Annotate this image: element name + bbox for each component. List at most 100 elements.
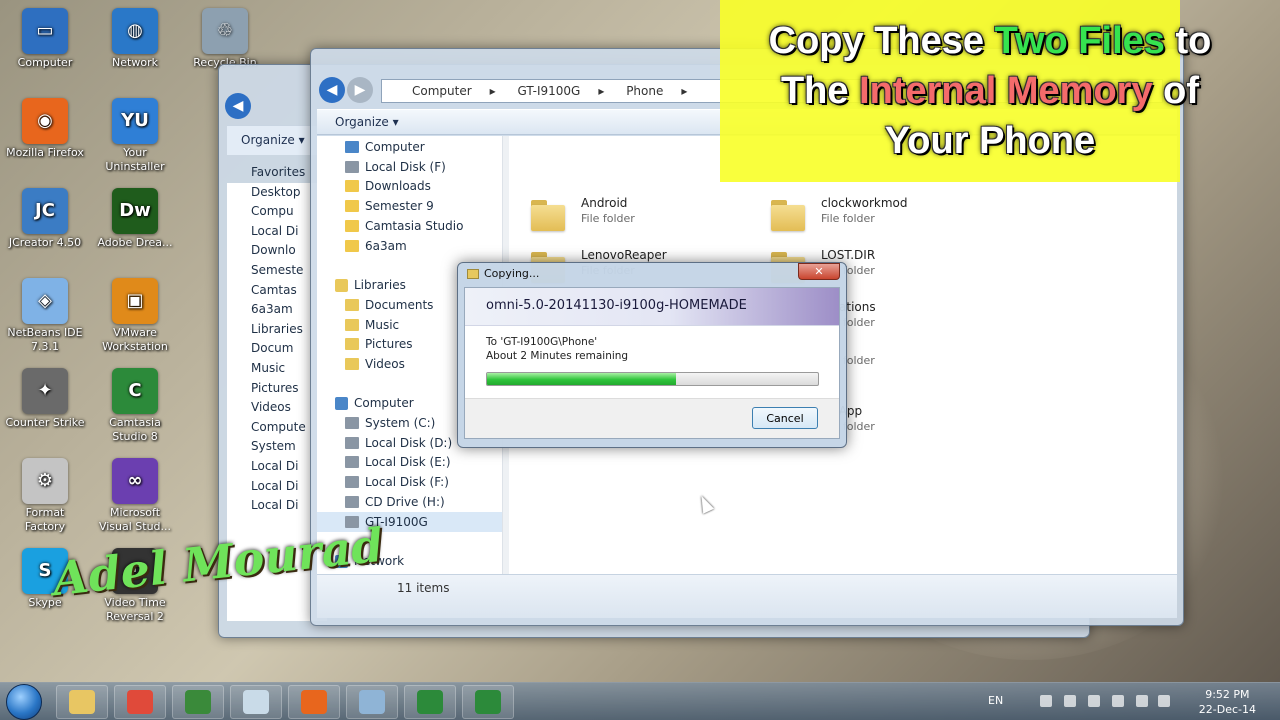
nav-item-label: System (C:) <box>365 416 436 430</box>
tray-icon[interactable] <box>1040 695 1052 707</box>
dialog-close-button[interactable]: ✕ <box>798 263 840 280</box>
desktop-icon[interactable]: ▭ Computer <box>5 8 85 70</box>
desktop-icon[interactable]: ♲ Recycle Bin <box>185 8 265 70</box>
nav-item[interactable]: Camtasia Studio <box>317 216 502 236</box>
back-nav-item[interactable]: Local Di <box>251 459 299 473</box>
app-icon: ▣ <box>112 278 158 324</box>
address-crumb-computer[interactable]: Computer <box>412 84 472 98</box>
copy-folder-icon <box>467 269 479 279</box>
nav-item[interactable]: 6a3am <box>317 236 502 256</box>
volume-icon[interactable] <box>1158 695 1170 707</box>
desktop-icon[interactable]: ▣ VMware Workstation <box>95 278 175 354</box>
nav-item-label: Documents <box>365 298 434 312</box>
nav-item-icon <box>345 338 359 351</box>
taskbar-chart-button[interactable] <box>172 685 224 719</box>
taskbar-notepad-button[interactable] <box>230 685 282 719</box>
clock[interactable]: 9:52 PM 22-Dec-14 <box>1199 687 1256 717</box>
copy-progress-bar <box>486 372 819 386</box>
nav-item[interactable]: Local Disk (F:) <box>317 472 502 492</box>
back-nav-item[interactable]: Camtas <box>251 283 297 297</box>
desktop-icon[interactable]: ∞ Microsoft Visual Stud... <box>95 458 175 534</box>
app-icon: ∞ <box>112 458 158 504</box>
nav-item-label: Local Disk (D:) <box>365 435 453 450</box>
back-nav-item[interactable]: Local Di <box>251 224 299 238</box>
desktop-icon-label: JCreator 4.50 <box>8 236 82 249</box>
nav-item-label: Computer <box>354 396 414 410</box>
taskbar-firefox-button[interactable] <box>288 685 340 719</box>
taskbar-explorer-button[interactable] <box>56 685 108 719</box>
nav-item-label: Downloads <box>365 179 431 194</box>
desktop-icon[interactable]: ◈ NetBeans IDE 7.3.1 <box>5 278 85 354</box>
cancel-button[interactable]: Cancel <box>752 407 818 429</box>
taskbar: EN 9:52 PM 22-Dec-14 <box>0 682 1280 720</box>
back-nav-item[interactable]: Downlo <box>251 243 296 257</box>
folder-name: LOST.DIR <box>821 248 876 262</box>
back-nav-item[interactable]: Semeste <box>251 263 303 277</box>
back-nav-item[interactable]: Music <box>251 361 285 375</box>
nav-item[interactable]: Computer <box>317 137 502 157</box>
desktop-icon[interactable]: ✦ Counter Strike <box>5 368 85 430</box>
back-nav-item[interactable]: Pictures <box>251 381 299 395</box>
organize-button[interactable]: Organize ▾ <box>335 115 399 129</box>
folder-type: File folder <box>821 212 875 225</box>
tray-icon[interactable] <box>1112 695 1124 707</box>
back-nav-item[interactable]: Compute <box>251 420 306 434</box>
nav-item-label: Camtasia Studio <box>365 218 464 233</box>
taskbar-search-button[interactable] <box>346 685 398 719</box>
back-nav-item[interactable]: System <box>251 439 296 453</box>
desktop-icon-label: Network <box>112 56 158 69</box>
folder-item[interactable]: Android File folder <box>531 196 635 232</box>
nav-item[interactable]: Semester 9 <box>317 196 502 216</box>
back-nav-item[interactable]: Docum <box>251 341 293 355</box>
nav-item[interactable]: Local Disk (F) <box>317 157 502 177</box>
desktop-icon[interactable]: ◍ Network <box>95 8 175 70</box>
address-crumb-phone[interactable]: Phone <box>626 84 663 98</box>
start-button[interactable] <box>6 684 42 720</box>
nav-item[interactable]: CD Drive (H:) <box>317 492 502 512</box>
tray-icon[interactable] <box>1088 695 1100 707</box>
back-nav-item[interactable]: Favorites <box>251 165 305 179</box>
back-button[interactable]: ◀ <box>319 77 345 103</box>
folder-item[interactable]: clockworkmod File folder <box>771 196 908 232</box>
nav-item-icon <box>345 476 359 489</box>
nav-item[interactable]: Downloads <box>317 176 502 196</box>
desktop-icon[interactable]: YU Your Uninstaller <box>95 98 175 174</box>
language-indicator[interactable]: EN <box>988 694 1003 707</box>
back-nav-item[interactable]: Videos <box>251 400 291 414</box>
copy-progress-dialog[interactable]: Copying... ✕ omni-5.0-20141130-i9100g-HO… <box>457 262 847 448</box>
nav-item-label: Videos <box>365 357 405 372</box>
back-nav-item[interactable]: Compu <box>251 204 294 218</box>
back-nav-item[interactable]: Local Di <box>251 479 299 493</box>
back-nav-item[interactable]: Desktop <box>251 185 301 199</box>
desktop-icon[interactable]: Dw Adobe Drea... <box>95 188 175 250</box>
taskbar-chrome-button[interactable] <box>114 685 166 719</box>
nav-item-label: Computer <box>365 140 425 154</box>
desktop-icon[interactable]: ⚙ Format Factory <box>5 458 85 534</box>
status-bar: 11 items <box>317 574 1177 618</box>
back-nav-item[interactable]: Libraries <box>251 322 303 336</box>
desktop-icon[interactable]: C Camtasia Studio 8 <box>95 368 175 444</box>
desktop-icon-label: NetBeans IDE 7.3.1 <box>7 326 83 353</box>
folder-name: clockworkmod <box>821 196 908 210</box>
explorer-icon <box>69 690 95 714</box>
network-icon[interactable] <box>1136 695 1148 707</box>
tray-icon[interactable] <box>1064 695 1076 707</box>
forward-button[interactable]: ▶ <box>347 77 373 103</box>
desktop-icon-label: VMware Workstation <box>102 326 168 353</box>
desktop-icon[interactable]: ◉ Mozilla Firefox <box>5 98 85 160</box>
folder-name: Android <box>581 196 628 210</box>
firefox-icon <box>301 690 327 714</box>
address-crumb-device[interactable]: GT-I9100G <box>518 84 581 98</box>
nav-item-label: Libraries <box>354 278 406 292</box>
nav-item-icon <box>345 180 359 193</box>
back-nav-item[interactable]: 6a3am <box>251 302 293 316</box>
nav-item-icon <box>335 278 348 292</box>
nav-item[interactable]: Local Disk (E:) <box>317 452 502 472</box>
desktop-icon[interactable]: JC JCreator 4.50 <box>5 188 85 250</box>
taskbar-camtasia-button[interactable] <box>404 685 456 719</box>
back-button[interactable]: ◀ <box>225 93 251 119</box>
back-nav-item[interactable]: Local Di <box>251 498 299 512</box>
organize-menu[interactable]: Organize ▾ <box>241 133 305 147</box>
taskbar-camtasia-recorder-button[interactable] <box>462 685 514 719</box>
nav-item-icon <box>345 495 359 508</box>
